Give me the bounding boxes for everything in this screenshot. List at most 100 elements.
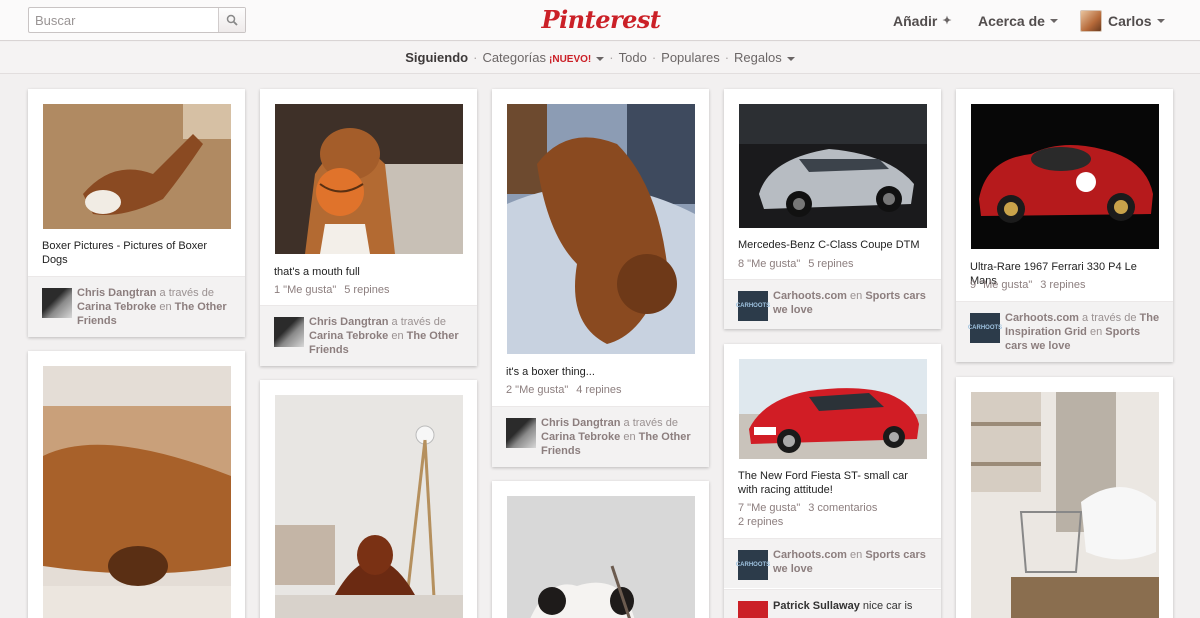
pin-comment: Patrick Sullaway nice car is [724,589,941,618]
pin-card[interactable]: Ultra-Rare 1967 Ferrari 330 P4 Le Mans 9… [956,89,1173,362]
pin-image[interactable] [507,496,695,618]
pin-image[interactable] [971,104,1159,249]
en-label: en [850,290,863,302]
chevron-down-icon [786,56,795,61]
nav-all[interactable]: Todo [616,50,650,65]
search-icon [226,14,238,26]
user-menu[interactable]: Carlos [1080,0,1165,41]
like-count[interactable]: 2 "Me gusta" [506,384,568,396]
search-box [28,7,246,33]
pin-card[interactable]: Boxer Pictures - Pictures of Boxer Dogs … [28,89,245,337]
pin-icon[interactable] [738,601,768,618]
commenter-name[interactable]: Patrick Sullaway [773,600,860,612]
pin-card[interactable] [956,377,1173,618]
pin-image[interactable] [275,104,463,254]
source-name[interactable]: Carina Tebroke [541,431,620,443]
source-name[interactable]: Carina Tebroke [77,301,156,313]
pin-attribution: Chris Dangtran a través de Carina Tebrok… [28,276,245,337]
search-input[interactable] [29,8,219,32]
add-label: Añadir [893,12,938,29]
pin-stats: 1 "Me gusta" 5 repines [274,283,464,297]
nav-gifts-label: Regalos [734,50,782,65]
via-label: a través de [159,287,214,299]
chevron-down-icon [1156,18,1165,23]
pin-image[interactable] [43,366,231,618]
pin-description: Mercedes-Benz C-Class Coupe DTM [738,239,920,251]
search-button[interactable] [218,8,245,32]
nav-following[interactable]: Siguiendo [402,50,471,65]
pin-image[interactable] [275,395,463,618]
avatar[interactable]: CARHOOTS [736,550,770,580]
source-name[interactable]: Carina Tebroke [309,330,388,342]
pin-description: it's a boxer thing... [506,366,595,378]
like-count[interactable]: 8 "Me gusta" [738,258,800,270]
repin-count[interactable]: 5 repines [344,284,389,296]
comment-body: nice car is [862,600,913,612]
pinner-name[interactable]: Chris Dangtran [309,316,388,328]
repin-count[interactable]: 4 repines [576,384,621,396]
about-menu[interactable]: Acerca de [978,0,1058,41]
pinner-name[interactable]: Carhoots.com [773,549,847,561]
like-count[interactable]: 1 "Me gusta" [274,284,336,296]
pin-attribution: CARHOOTS Carhoots.com en Sports cars we … [724,538,941,588]
avatar[interactable]: CARHOOTS [736,291,770,321]
en-label: en [623,431,636,443]
new-badge: ¡NUEVO! [549,54,592,65]
avatar[interactable] [506,418,536,448]
repin-count[interactable]: 5 repines [808,258,853,270]
pinner-name[interactable]: Carhoots.com [1005,312,1079,324]
via-label: a través de [391,316,446,328]
pin-stats: 7 "Me gusta" 3 comentarios [738,501,928,515]
pin-image[interactable] [739,104,927,228]
about-label: Acerca de [978,12,1045,29]
pin-image[interactable] [507,104,695,354]
pin-description: Boxer Pictures - Pictures of Boxer Dogs [42,240,208,266]
chevron-down-icon [1049,18,1058,23]
pinner-name[interactable]: Chris Dangtran [541,417,620,429]
pin-card[interactable]: Mercedes-Benz C-Class Coupe DTM 8 "Me gu… [724,89,941,329]
nav-popular[interactable]: Populares [658,50,723,65]
avatar[interactable] [42,288,72,318]
repin-count[interactable]: 3 repines [1040,279,1085,291]
pinner-name[interactable]: Chris Dangtran [77,287,156,299]
en-label: en [159,301,172,313]
avatar[interactable]: CARHOOTS [968,313,1002,343]
pin-attribution: Chris Dangtran a través de Carina Tebrok… [492,406,709,467]
nav-separator: · [609,50,614,65]
pin-image[interactable] [43,104,231,229]
pinner-name[interactable]: Carhoots.com [773,290,847,302]
attribution-text: Carhoots.com en Sports cars we love [773,289,933,317]
nav-separator: · [651,50,657,65]
add-menu[interactable]: Añadir ✦ [893,0,952,41]
pin-attribution: CARHOOTS Carhoots.com a través de The In… [956,301,1173,362]
chevron-down-icon [596,56,605,61]
attribution-text: Chris Dangtran a través de Carina Tebrok… [309,315,469,357]
pin-image[interactable] [971,392,1159,618]
pin-card[interactable] [28,351,245,618]
nav-categories-label: Categorías [482,50,547,65]
plus-icon: ✦ [942,15,952,27]
pin-card[interactable]: that's a mouth full 1 "Me gusta" 5 repine… [260,89,477,366]
pin-description: that's a mouth full [274,266,360,278]
nav-gifts[interactable]: Regalos [731,50,798,65]
pin-image[interactable] [739,359,927,459]
attribution-text: Carhoots.com a través de The Inspiration… [1005,311,1165,353]
comment-text: Patrick Sullaway nice car is [773,599,933,613]
pin-card[interactable] [260,380,477,618]
pin-card[interactable]: The New Ford Fiesta ST- small car with r… [724,344,941,618]
avatar[interactable] [274,317,304,347]
pin-card[interactable]: it's a boxer thing... 2 "Me gusta" 4 repi… [492,89,709,467]
user-name: Carlos [1108,12,1152,29]
like-count[interactable]: 7 "Me gusta" [738,502,800,514]
pin-stats: 9 "Me gusta" 3 repines [970,278,1160,292]
pin-attribution: CARHOOTS Carhoots.com en Sports cars we … [724,279,941,329]
pinterest-logo[interactable]: Pinterest [542,4,661,34]
like-count[interactable]: 9 "Me gusta" [970,279,1032,291]
avatar [1080,9,1102,32]
repin-count[interactable]: 2 repines [738,516,783,528]
pin-card[interactable] [492,481,709,618]
nav-categories[interactable]: Categorías ¡NUEVO! [479,50,607,65]
top-header: Pinterest Añadir ✦ Acerca de Carlos [0,0,1200,41]
comment-count[interactable]: 3 comentarios [808,502,877,514]
category-nav: Siguiendo · Categorías ¡NUEVO! · Todo · P… [0,42,1200,74]
